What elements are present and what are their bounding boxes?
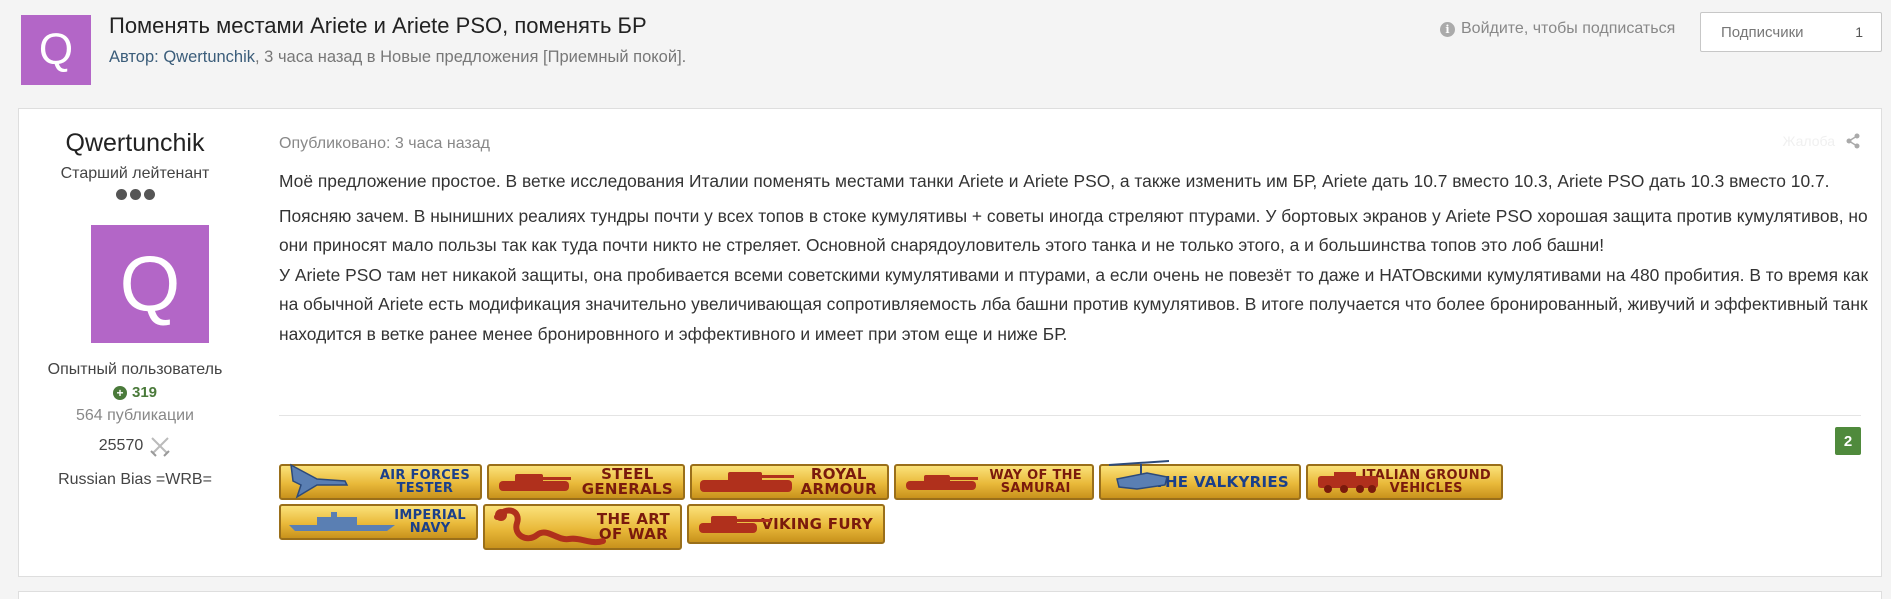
award-badge: Imperial Navy [279,504,478,540]
post-tools: Жалоба [1783,133,1861,149]
info-icon: i [1440,21,1455,37]
crossed-swords-icon [150,437,170,457]
reaction-count-badge[interactable]: 2 [1835,427,1861,455]
post-divider [279,415,1861,416]
topic-meta: Автор: Qwertunchik, 3 часа назад в Новые… [109,48,686,67]
post-body: Опубликовано: 3 часа назад Жалоба Моё пр… [279,109,1868,576]
tank-icon [906,475,978,490]
plane-icon [290,463,349,499]
author-rank: Старший лейтенант [60,165,210,182]
award-badge: Way of the Samurai [894,464,1094,500]
followers-button-label: Подписчики [1721,23,1804,41]
plus-circle-icon: + [112,385,127,400]
award-badge: Viking Fury [687,504,885,544]
follow-hint-text: Войдите, чтобы подписаться [1461,20,1676,37]
dragon-icon [494,507,606,546]
author-reputation: + 319 [19,384,251,401]
author-avatar[interactable]: Q [91,225,209,343]
report-link[interactable]: Жалоба [1783,133,1835,149]
tank-icon [700,472,794,492]
award-label: Imperial Navy [394,508,466,536]
topic-author-avatar[interactable]: Q [21,15,91,85]
award-label: Steel Generals [581,465,673,498]
topic-author-label: Автор: [109,48,164,66]
topic-meta-rest: , 3 часа назад в Новые предложения [Прие… [255,48,687,66]
topic-title: Поменять местами Ariete и Ariete PSO, по… [109,13,647,38]
author-score-value: 25570 [98,437,144,454]
followers-button[interactable]: Подписчики 1 [1700,12,1882,52]
post-date[interactable]: Опубликовано: 3 часа назад [279,135,490,153]
armored-car-icon [1318,472,1378,493]
award-badge: Italian Ground Vehicles [1306,464,1503,500]
follow-hint[interactable]: i Войдите, чтобы подписаться [1440,20,1675,38]
next-post-edge [18,591,1882,599]
award-badge: The Valkyries [1099,459,1301,500]
award-badge: Royal Armour [690,464,889,500]
author-score: 25570 [19,435,251,457]
tank-icon [699,516,771,533]
ship-icon [289,512,395,531]
award-label: Way of the Samurai [989,468,1082,496]
award-badge: The Art of War [483,504,682,550]
author-reputation-value: 319 [131,384,158,401]
author-name[interactable]: Qwertunchik [19,129,251,158]
tank-icon [499,474,571,491]
signature-awards: Air Forces Tester Steel Generals Royal Armo… [279,459,1519,550]
award-badge: Air Forces Tester [279,463,482,500]
post-content: Моё предложение простое. В ветке исследо… [279,167,1869,354]
award-badge: Steel Generals [487,464,685,500]
award-label: Royal Armour [800,465,877,498]
author-signature-tag: Russian Bias =WRB= [58,471,212,488]
share-icon[interactable] [1845,133,1861,149]
post: Qwertunchik Старший лейтенант Q Опытный … [18,108,1882,577]
author-group: Опытный пользователь [47,361,223,378]
award-label: Viking Fury [761,514,873,533]
award-label: Air Forces Tester [379,468,470,496]
post-paragraph: У Ariete PSO там нет никакой защиты, она… [279,264,1869,344]
topic-author-link[interactable]: Qwertunchik [163,48,255,66]
post-paragraph: Моё предложение простое. В ветке исследо… [279,171,1830,191]
author-post-count: 564 публикации [76,407,194,424]
rank-pips-icon [19,189,251,200]
post-author-panel: Qwertunchik Старший лейтенант Q Опытный … [19,109,251,576]
helicopter-icon [1108,459,1170,490]
post-paragraph: Поясняю зачем. В нынишних реалиях тундры… [279,205,1868,256]
followers-count: 1 [1855,24,1863,40]
